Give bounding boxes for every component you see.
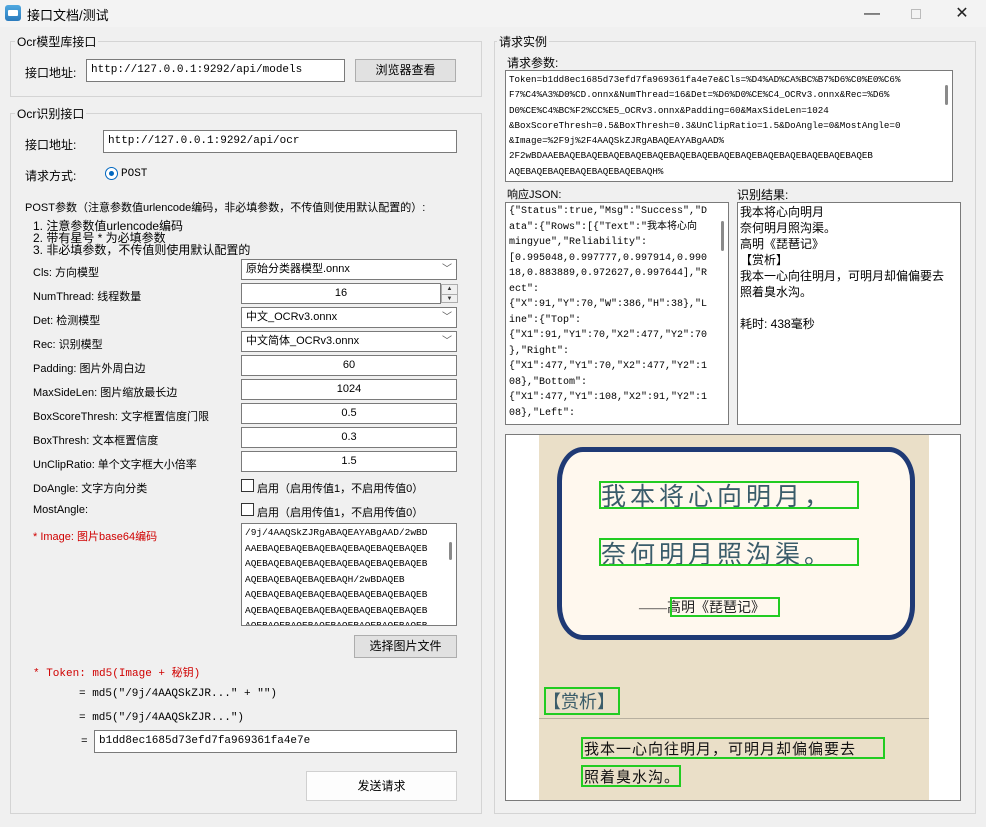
maximize-icon — [911, 9, 921, 19]
post-radio-label: POST — [121, 168, 148, 180]
scroll-thumb[interactable] — [945, 85, 948, 105]
cls-select[interactable]: 原始分类器模型.onnx ﹀ — [241, 259, 457, 280]
ocr-box-5 — [581, 737, 885, 759]
image-label: * Image: 图片base64编码 — [33, 531, 158, 543]
mostangle-checkbox-label: 启用（启用传值1，不启用传值0） — [257, 507, 424, 519]
maximize-button[interactable] — [893, 0, 939, 27]
request-params-textarea[interactable]: Token=b1dd8ec1685d73efd7fa969361fa4e7e&C… — [505, 70, 953, 182]
ocr-addr-input[interactable]: http://127.0.0.1:9292/api/ocr — [103, 130, 457, 153]
poem-image: 我本将心向明月， 奈何明月照沟渠。 ——高明《琵琶记》 【赏析】 我本一心向往明… — [539, 435, 929, 800]
request-params-content: Token=b1dd8ec1685d73efd7fa969361fa4e7e&C… — [509, 74, 901, 177]
response-json-label: 响应JSON: — [507, 189, 562, 201]
ocr-box-1 — [599, 481, 859, 509]
ocr-addr-label: 接口地址: — [25, 138, 77, 152]
unclipratio-input[interactable]: 1.5 — [241, 451, 457, 472]
scroll-thumb[interactable] — [721, 221, 724, 251]
rec-select-value: 中文简体_OCRv3.onnx — [246, 335, 360, 347]
spin-down-icon[interactable]: ▼ — [442, 294, 457, 303]
send-button[interactable]: 发送请求 — [306, 771, 457, 801]
browse-button[interactable]: 浏览器查看 — [355, 59, 456, 82]
title-bar: 接口文档/测试 — ✕ — [0, 0, 986, 27]
params-title: POST参数（注意参数值urlencode编码，非必填参数，不传值则使用默认配置… — [25, 202, 426, 214]
app-icon — [5, 5, 21, 21]
boxthresh-input[interactable]: 0.3 — [241, 427, 457, 448]
mostangle-checkbox[interactable] — [241, 503, 254, 516]
response-json-textarea[interactable]: {"Status":true,"Msg":"Success","D ata":{… — [505, 202, 729, 425]
ocr-box-3 — [670, 597, 780, 617]
padding-label: Padding: 图片外周白边 — [33, 363, 146, 375]
ocr-box-4 — [544, 687, 620, 715]
models-addr-input[interactable]: http://127.0.0.1:9292/api/models — [86, 59, 345, 82]
det-select[interactable]: 中文_OCRv3.onnx ﹀ — [241, 307, 457, 328]
window-title: 接口文档/测试 — [27, 8, 109, 23]
image-textarea-content: /9j/4AAQSkZJRgABAQEAYABgAAD/2wBD AAEBAQE… — [245, 527, 428, 626]
boxscorethresh-label: BoxScoreThresh: 文字框置信度门限 — [33, 411, 210, 423]
det-label: Det: 检测模型 — [33, 315, 101, 327]
maxsidelen-label: MaxSideLen: 图片缩放最长边 — [33, 387, 178, 399]
boxthresh-label: BoxThresh: 文本框置信度 — [33, 435, 159, 447]
ocr-box-6 — [581, 765, 681, 787]
image-textarea[interactable]: /9j/4AAQSkZJRgABAQEAYABgAAD/2wBD AAEBAQE… — [241, 523, 457, 626]
doangle-checkbox[interactable] — [241, 479, 254, 492]
maxsidelen-input[interactable]: 1024 — [241, 379, 457, 400]
scroll-thumb[interactable] — [449, 542, 452, 560]
det-select-value: 中文_OCRv3.onnx — [246, 311, 338, 323]
post-radio[interactable] — [105, 167, 118, 180]
token-eq: = — [81, 736, 88, 748]
rec-label: Rec: 识别模型 — [33, 339, 103, 351]
poem-divider — [539, 718, 929, 719]
token-label: * Token: md5(Image + 秘钥) — [33, 668, 201, 680]
request-params-label: 请求参数: — [507, 56, 559, 70]
choose-file-button[interactable]: 选择图片文件 — [354, 635, 457, 658]
token-input[interactable]: b1dd8ec1685d73efd7fa969361fa4e7e — [94, 730, 457, 753]
rec-select[interactable]: 中文简体_OCRv3.onnx ﹀ — [241, 331, 457, 352]
result-textarea[interactable]: 我本将心向明月 奈何明月照沟渠。 高明《琵琶记》 【赏析】 我本一心向往明月，可… — [737, 202, 961, 425]
doangle-checkbox-label: 启用（启用传值1，不启用传值0） — [257, 483, 424, 495]
request-scrollbar[interactable] — [942, 71, 952, 181]
cls-label: Cls: 方向模型 — [33, 267, 99, 279]
ocr-box-2 — [599, 538, 859, 566]
chevron-down-icon: ﹀ — [442, 336, 452, 347]
chevron-down-icon: ﹀ — [442, 312, 452, 323]
close-button[interactable]: ✕ — [939, 0, 985, 27]
spin-up-icon[interactable]: ▲ — [442, 285, 457, 294]
response-json-content: {"Status":true,"Msg":"Success","D ata":{… — [509, 206, 708, 419]
doangle-label: DoAngle: 文字方向分类 — [33, 483, 148, 495]
unclipratio-label: UnClipRatio: 单个文字框大小倍率 — [33, 459, 197, 471]
cls-select-value: 原始分类器模型.onnx — [246, 263, 350, 275]
numthread-input[interactable]: 16 — [241, 283, 441, 304]
result-content: 我本将心向明月 奈何明月照沟渠。 高明《琵琶记》 【赏析】 我本一心向往明月，可… — [740, 205, 945, 331]
boxscorethresh-input[interactable]: 0.5 — [241, 403, 457, 424]
ocr-group-title: Ocr识别接口 — [15, 105, 87, 122]
result-label: 识别结果: — [737, 188, 789, 202]
example-group-title: 请求实例 — [497, 33, 550, 50]
preview-image: 我本将心向明月， 奈何明月照沟渠。 ——高明《琵琶记》 【赏析】 我本一心向往明… — [505, 434, 961, 801]
response-scrollbar[interactable] — [718, 203, 728, 424]
chevron-down-icon: ﹀ — [442, 264, 452, 275]
padding-input[interactable]: 60 — [241, 355, 457, 376]
numthread-spinner[interactable]: ▲ ▼ — [441, 284, 458, 303]
image-scrollbar[interactable] — [446, 524, 456, 625]
note-3: 3. 非必填参数，不传值则使用默认配置的 — [33, 243, 251, 257]
token-formula-1: = md5("/9j/4AAQSkZJR..." + "") — [79, 688, 278, 700]
method-label: 请求方式: — [25, 169, 77, 183]
minimize-button[interactable]: — — [849, 0, 895, 27]
models-group-title: Ocr模型库接口 — [15, 33, 99, 50]
numthread-label: NumThread: 线程数量 — [33, 291, 142, 303]
models-addr-label: 接口地址: — [25, 66, 77, 80]
token-formula-2: = md5("/9j/4AAQSkZJR...") — [79, 712, 245, 724]
mostangle-label: MostAngle: — [33, 504, 89, 516]
